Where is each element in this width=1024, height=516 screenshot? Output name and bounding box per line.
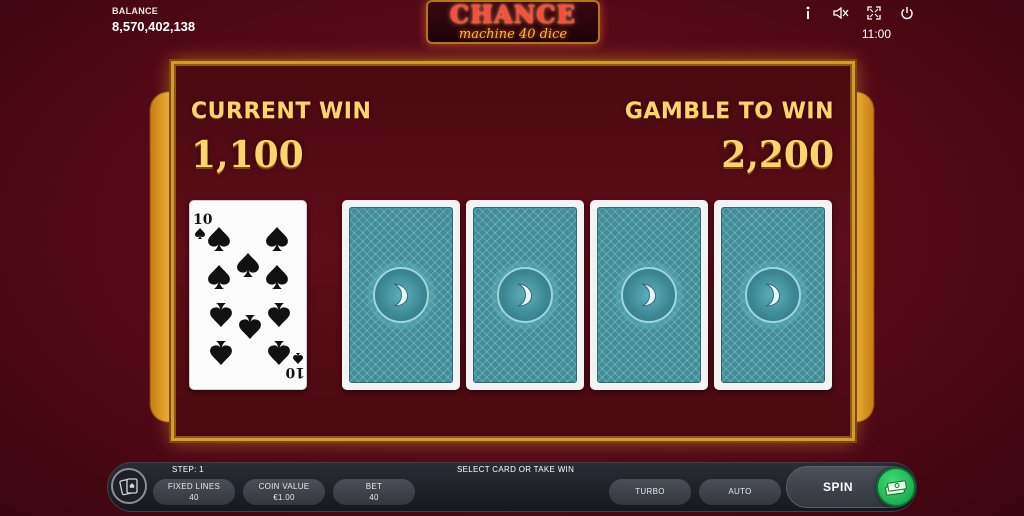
game-logo: CHANCE machine 40 dice — [426, 0, 600, 44]
hidden-card-4[interactable] — [714, 200, 832, 390]
card-back-pattern — [597, 207, 701, 383]
gamble-cards-button[interactable] — [111, 468, 147, 504]
card-back-emblem-icon — [621, 267, 677, 323]
fullscreen-icon[interactable] — [865, 4, 883, 22]
coin-value-label: COIN VALUE — [258, 482, 310, 491]
current-win-label: CURRENT WIN — [191, 99, 372, 124]
card-back-pattern — [721, 207, 825, 383]
power-icon[interactable] — [898, 4, 916, 22]
svg-text:10: 10 — [193, 212, 213, 228]
sound-muted-icon[interactable] — [832, 4, 850, 22]
cash-stack-icon — [885, 480, 907, 496]
balance-value: 8,570,402,138 — [112, 19, 196, 34]
gamble-to-win-value: 2,200 — [721, 134, 834, 176]
fixed-lines-label: FIXED LINES — [167, 482, 221, 491]
card-back-emblem-icon — [497, 267, 553, 323]
instruction-label: SELECT CARD OR TAKE WIN — [457, 465, 575, 474]
hidden-card-3[interactable] — [590, 200, 708, 390]
turbo-label: TURBO — [635, 487, 665, 496]
balance-label: BALANCE — [112, 6, 159, 16]
bet-value: 40 — [369, 493, 379, 502]
dealer-card-10-spades: 10 10 — [189, 200, 307, 390]
info-icon[interactable] — [799, 4, 817, 22]
spin-button[interactable]: SPIN — [823, 480, 853, 494]
clock: 11:00 — [861, 27, 891, 41]
logo-sub-text: machine 40 dice — [458, 27, 568, 42]
turbo-button[interactable]: TURBO — [609, 479, 691, 505]
gamble-panel: CURRENT WIN 1,100 GAMBLE TO WIN 2,200 10… — [171, 61, 855, 441]
logo-main-text: CHANCE — [450, 0, 576, 29]
collect-win-button[interactable] — [876, 467, 916, 507]
svg-text:10: 10 — [285, 364, 305, 380]
current-win-value: 1,100 — [191, 134, 304, 176]
step-label: STEP: 1 — [172, 465, 204, 474]
bet-label: BET — [365, 482, 383, 491]
card-back-pattern — [349, 207, 453, 383]
card-back-emblem-icon — [373, 267, 429, 323]
card-back-pattern — [473, 207, 577, 383]
auto-label: AUTO — [728, 487, 752, 496]
fixed-lines-value: 40 — [189, 493, 199, 502]
card-back-emblem-icon — [745, 267, 801, 323]
bet-selector[interactable]: BET 40 — [333, 479, 415, 505]
coin-value-value: €1.00 — [273, 493, 295, 502]
balance-display: BALANCE 8,570,402,138 — [112, 6, 195, 34]
coin-value-selector[interactable]: COIN VALUE €1.00 — [243, 479, 325, 505]
top-toolbar — [799, 4, 916, 22]
auto-button[interactable]: AUTO — [699, 479, 781, 505]
fixed-lines-display: FIXED LINES 40 — [153, 479, 235, 505]
hidden-card-2[interactable] — [466, 200, 584, 390]
cards-icon — [119, 478, 138, 496]
ten-of-spades-icon: 10 10 — [193, 212, 305, 380]
gamble-to-win-label: GAMBLE TO WIN — [624, 99, 834, 124]
hidden-card-1[interactable] — [342, 200, 460, 390]
